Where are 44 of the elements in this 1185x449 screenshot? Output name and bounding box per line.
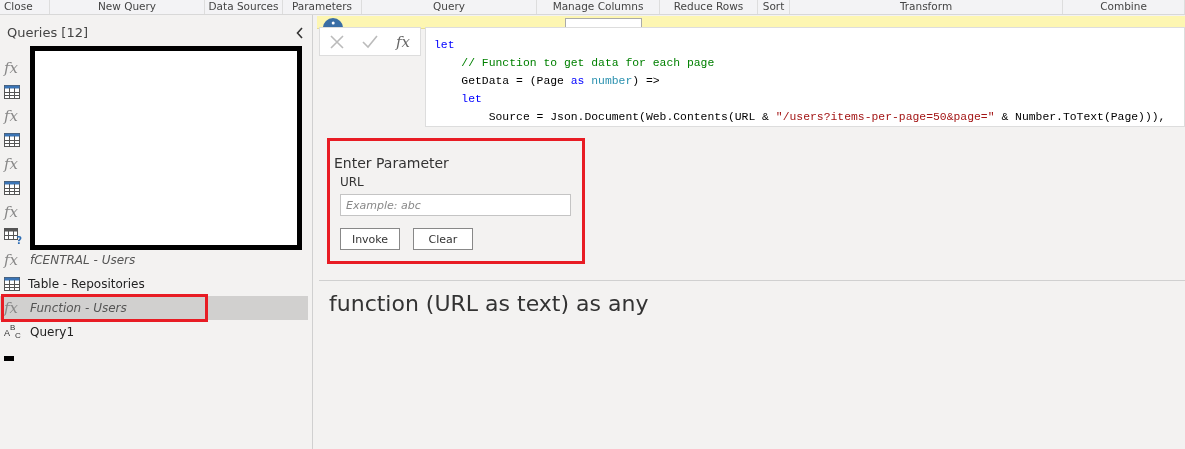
panel-button[interactable]: Invoke	[340, 228, 400, 250]
chevron-left-icon[interactable]	[296, 26, 304, 39]
field-label: URL	[340, 175, 365, 189]
ribbon-group-label: Close	[0, 0, 50, 14]
ribbon-group-label: Manage Columns	[537, 0, 660, 14]
query-item[interactable]: Table - Repositories	[0, 272, 308, 296]
fx-icon[interactable]: fx	[4, 107, 22, 125]
code-line: Source = Json.Document(Web.Contents(URL & "/users?items-per-page=50&page=" & Number.ToText(Page))),	[487, 110, 1167, 125]
fx-icon[interactable]: fx	[396, 32, 410, 51]
panel-button[interactable]: Clear	[413, 228, 473, 250]
check-icon[interactable]	[362, 34, 378, 49]
ribbon-group-label: Combine	[1063, 0, 1185, 14]
query-item[interactable]: fx fCENTRAL - Users	[0, 248, 308, 272]
fx-icon: fx	[4, 299, 22, 317]
code-line: // Function to get data for each page	[460, 56, 716, 71]
fx-icon: fx	[4, 251, 22, 269]
ribbon-group-label: Transform	[790, 0, 1063, 14]
table-icon[interactable]	[4, 181, 20, 195]
formula-editor[interactable]: let // Function to get data for each page GetData = (Page as number) => let Source = Json.Document(Web.Contents(URL & "/users?items-per-page=50&page=" & Number.ToText(Page))),	[425, 27, 1185, 127]
fx-icon[interactable]: fx	[4, 155, 22, 173]
panel-title: Enter Parameter	[334, 155, 450, 171]
ribbon-group-label: Sort	[758, 0, 790, 14]
query-name: fCENTRAL - Users	[30, 253, 136, 267]
table-icon[interactable]	[4, 133, 20, 147]
query-name: Query1	[30, 325, 75, 339]
code-line: let	[434, 38, 456, 53]
ribbon-group-label: Query	[362, 0, 537, 14]
ribbon-group-label: Parameters	[283, 0, 362, 14]
ribbon-group-label: New Query	[50, 0, 205, 14]
function-signature: function (URL as text) as any	[329, 291, 650, 316]
url-input-field[interactable]: Example: abc	[340, 194, 571, 216]
query-name: Table - Repositories	[28, 277, 145, 291]
query-name: Function - Users	[30, 301, 127, 315]
fx-icon[interactable]: fx	[4, 59, 22, 77]
code-line: let	[460, 92, 483, 107]
redaction-mark	[4, 356, 14, 361]
table-icon[interactable]	[4, 85, 20, 99]
code-line: GetData = (Page as number) =>	[460, 74, 661, 89]
query-item[interactable]: fx Function - Users	[0, 296, 308, 320]
queries-pane-title: Queries [12]	[7, 25, 88, 40]
ribbon-group-label: Data Sources	[205, 0, 283, 14]
ribbon-group-label: Reduce Rows	[660, 0, 758, 14]
table-icon	[4, 277, 20, 291]
fx-icon[interactable]: fx	[4, 203, 22, 221]
